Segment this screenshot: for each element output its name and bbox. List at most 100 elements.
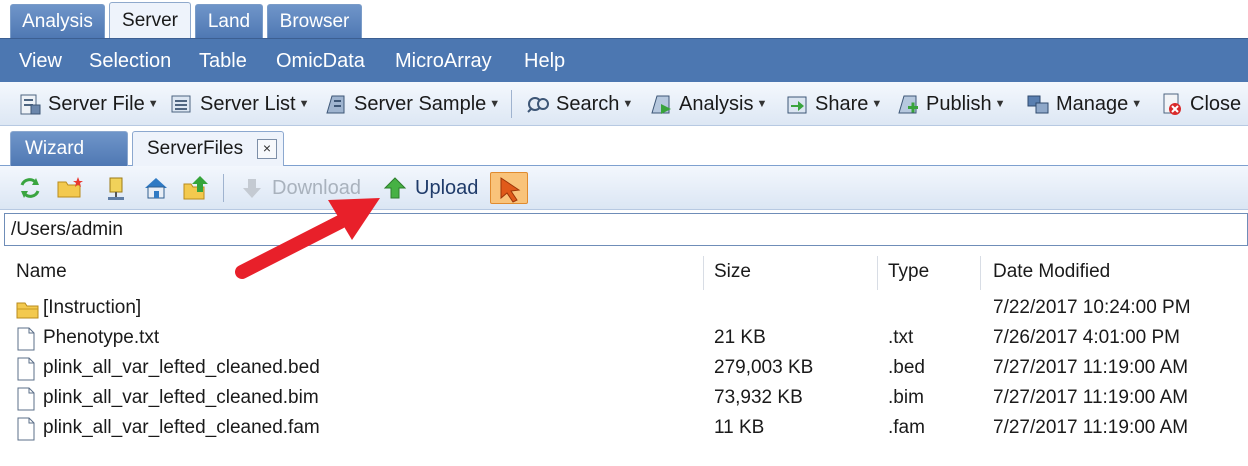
file-date: 7/27/2017 11:19:00 AM (993, 417, 1189, 438)
document-icon (16, 357, 36, 381)
column-divider[interactable] (877, 256, 878, 290)
file-name: Phenotype.txt (43, 327, 160, 348)
server-sample-label: Server Sample (354, 92, 487, 115)
top-tab-bar: Analysis Server Land Browser (0, 0, 1248, 39)
search-label: Search (556, 92, 620, 115)
tab-analysis[interactable]: Analysis (10, 4, 105, 38)
list-item[interactable]: Phenotype.txt 21 KB .txt 7/26/2017 4:01:… (0, 323, 1248, 353)
server-file-button[interactable]: Server File ▼ (18, 82, 159, 126)
tab-server-label: Server (122, 10, 178, 31)
network-home-icon[interactable] (102, 174, 130, 202)
share-button[interactable]: Share ▼ (785, 82, 882, 126)
file-date: 7/22/2017 10:24:00 PM (993, 297, 1191, 318)
tab-land-label: Land (207, 10, 251, 32)
close-label: Close (1190, 92, 1242, 115)
toolbar-separator (223, 174, 224, 202)
tab-land[interactable]: Land (195, 4, 263, 38)
search-button[interactable]: Search ▼ (526, 82, 633, 126)
menu-selection[interactable]: Selection (89, 39, 171, 83)
server-list-button[interactable]: Server List ▼ (170, 82, 309, 126)
file-size: 73,932 KB (714, 387, 803, 408)
refresh-icon[interactable] (16, 174, 44, 202)
manage-icon (1026, 92, 1050, 116)
new-folder-icon[interactable] (56, 174, 84, 202)
tab-browser[interactable]: Browser (267, 4, 362, 38)
home-icon[interactable] (142, 174, 170, 202)
menu-bar: View Selection Table OmicData MicroArray… (0, 38, 1248, 82)
server-sample-button[interactable]: Server Sample ▼ (324, 82, 500, 126)
share-label: Share (815, 92, 869, 115)
tab-wizard-label: Wizard (25, 138, 85, 159)
chevron-down-icon: ▼ (147, 98, 159, 110)
menu-omicdata[interactable]: OmicData (276, 39, 365, 83)
annotation-arrow-icon (235, 198, 380, 279)
document-icon (16, 417, 36, 441)
column-size-header[interactable]: Size (714, 254, 751, 290)
chevron-down-icon: ▼ (994, 98, 1006, 110)
upload-button[interactable]: Upload (383, 166, 478, 210)
server-sample-icon (324, 92, 348, 116)
up-folder-icon[interactable] (182, 174, 210, 202)
list-item[interactable]: plink_all_var_lefted_cleaned.fam 11 KB .… (0, 413, 1248, 443)
tab-server[interactable]: Server (109, 2, 191, 39)
tab-wizard[interactable]: Wizard (10, 131, 128, 166)
main-toolbar: Server File ▼ Server List ▼ Server Sample ▼… (0, 82, 1248, 126)
list-item[interactable]: [Instruction] 7/22/2017 10:24:00 PM (0, 293, 1248, 323)
file-date: 7/27/2017 11:19:00 AM (993, 357, 1189, 378)
server-file-icon (18, 92, 42, 116)
publish-label: Publish (926, 92, 992, 115)
chevron-down-icon: ▼ (298, 98, 310, 110)
path-input[interactable]: /Users/admin (4, 213, 1248, 246)
menu-view[interactable]: View (19, 39, 62, 83)
document-tab-bar: Wizard ServerFiles × (0, 126, 1248, 166)
column-type-header[interactable]: Type (888, 254, 929, 290)
file-name: plink_all_var_lefted_cleaned.bed (43, 357, 320, 378)
column-name-header[interactable]: Name (16, 254, 67, 290)
analysis-label: Analysis (679, 92, 754, 115)
manage-button[interactable]: Manage ▼ (1026, 82, 1142, 126)
menu-help[interactable]: Help (524, 39, 565, 83)
tab-analysis-label: Analysis (22, 10, 93, 32)
file-name: plink_all_var_lefted_cleaned.bim (43, 387, 319, 408)
file-name: plink_all_var_lefted_cleaned.fam (43, 417, 320, 438)
cursor-icon (500, 177, 521, 203)
file-size: 279,003 KB (714, 357, 814, 378)
toolbar-separator (511, 90, 512, 118)
file-size: 11 KB (714, 417, 765, 438)
list-item[interactable]: plink_all_var_lefted_cleaned.bim 73,932 … (0, 383, 1248, 413)
file-type: .txt (888, 327, 914, 348)
chevron-down-icon: ▼ (622, 98, 634, 110)
chevron-down-icon: ▼ (871, 98, 883, 110)
analysis-button[interactable]: Analysis ▼ (649, 82, 767, 126)
document-icon (16, 387, 36, 411)
chevron-down-icon: ▼ (756, 98, 768, 110)
publish-icon (896, 92, 920, 116)
column-divider[interactable] (980, 256, 981, 290)
file-type: .bed (888, 357, 925, 378)
close-icon (1160, 92, 1184, 116)
chevron-down-icon: ▼ (1131, 98, 1143, 110)
manage-label: Manage (1056, 92, 1129, 115)
server-file-label: Server File (48, 92, 145, 115)
select-tool-button[interactable] (490, 172, 528, 204)
file-type: .bim (888, 387, 924, 408)
file-toolbar: Download Upload (0, 166, 1248, 210)
menu-table[interactable]: Table (199, 39, 247, 83)
close-button[interactable]: Close (1160, 82, 1241, 126)
tab-serverfiles-label: ServerFiles (147, 138, 244, 159)
column-divider[interactable] (703, 256, 704, 290)
search-icon (526, 92, 550, 116)
list-item[interactable]: plink_all_var_lefted_cleaned.bed 279,003… (0, 353, 1248, 383)
tab-serverfiles[interactable]: ServerFiles × (132, 131, 284, 166)
file-list-header: Name Size Type Date Modified (0, 254, 1248, 290)
server-list-label: Server List (200, 92, 296, 115)
tab-browser-label: Browser (279, 10, 350, 32)
folder-icon (16, 297, 39, 321)
document-icon (16, 327, 36, 351)
publish-button[interactable]: Publish ▼ (896, 82, 1006, 126)
file-size: 21 KB (714, 327, 766, 348)
tab-close-icon[interactable]: × (257, 139, 277, 159)
column-date-header[interactable]: Date Modified (993, 254, 1110, 290)
menu-microarray[interactable]: MicroArray (395, 39, 492, 83)
file-date: 7/26/2017 4:01:00 PM (993, 327, 1180, 348)
